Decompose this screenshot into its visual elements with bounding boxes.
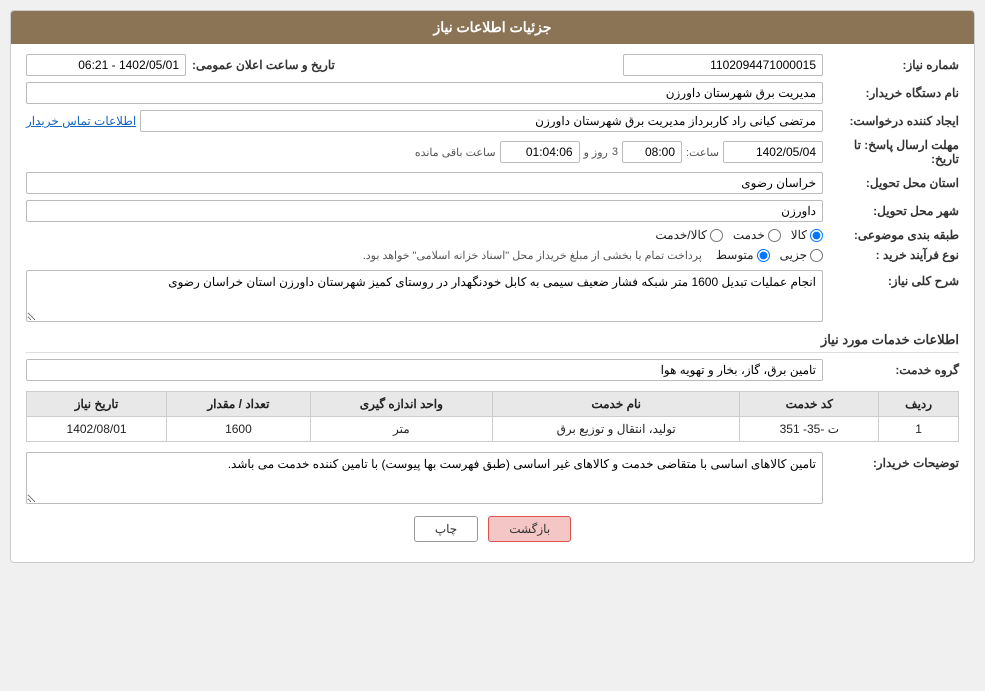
row-creator: ایجاد کننده درخواست: اطلاعات تماس خریدار [26, 110, 959, 132]
province-label: استان محل تحویل: [829, 176, 959, 190]
buyer-description-label: توضیحات خریدار: [829, 452, 959, 470]
response-days-value: 3 [612, 146, 618, 158]
buyer-org-input[interactable] [26, 82, 823, 104]
cell-quantity: 1600 [167, 417, 311, 442]
response-date-input[interactable] [723, 141, 823, 163]
cell-need-date: 1402/08/01 [27, 417, 167, 442]
cell-service-name: تولید، انتقال و توزیع برق [492, 417, 740, 442]
print-button[interactable]: چاپ [414, 516, 478, 542]
creator-contact-link[interactable]: اطلاعات تماس خریدار [26, 114, 136, 128]
main-card: جزئیات اطلاعات نیاز شماره نیاز: تاریخ و … [10, 10, 975, 563]
category-label: طبقه بندی موضوعی: [829, 228, 959, 242]
response-deadline-label: مهلت ارسال پاسخ: تا تاریخ: [829, 138, 959, 166]
row-buyer-org: نام دستگاه خریدار: [26, 82, 959, 104]
need-number-label: شماره نیاز: [829, 58, 959, 72]
service-group-input[interactable] [26, 359, 823, 381]
description-label: شرح کلی نیاز: [829, 270, 959, 288]
col-service-name: نام خدمت [492, 392, 740, 417]
city-input[interactable] [26, 200, 823, 222]
buyer-description-textarea[interactable] [26, 452, 823, 504]
purchase-type-radio-group: جزیی متوسط [716, 248, 823, 262]
service-group-label: گروه خدمت: [829, 363, 959, 377]
col-row-num: ردیف [879, 392, 959, 417]
description-value-col [26, 270, 823, 322]
row-purchase-type: نوع فرآیند خرید : جزیی متوسط پرداخت تمام… [26, 248, 959, 262]
card-body: شماره نیاز: تاریخ و ساعت اعلان عمومی: نا… [11, 44, 974, 562]
province-input[interactable] [26, 172, 823, 194]
creator-label: ایجاد کننده درخواست: [829, 114, 959, 128]
page-title: جزئیات اطلاعات نیاز [433, 19, 551, 35]
back-button[interactable]: بازگشت [488, 516, 571, 542]
purchase-type-note: پرداخت تمام یا بخشی از مبلغ خریداز محل "… [363, 249, 702, 262]
row-response-deadline: مهلت ارسال پاسخ: تا تاریخ: ساعت: 3 روز و… [26, 138, 959, 166]
creator-value-col: اطلاعات تماس خریدار [26, 110, 823, 132]
response-time-label: ساعت: [686, 146, 719, 159]
response-remaining-label: ساعت باقی مانده [415, 146, 496, 159]
city-value-col [26, 200, 823, 222]
cell-unit: متر [310, 417, 492, 442]
category-radio-kala-khedmat[interactable] [710, 229, 723, 242]
category-radio-khedmat[interactable] [768, 229, 781, 242]
purchase-jozi-radio[interactable] [810, 249, 823, 262]
category-option-kala: کالا [791, 228, 823, 242]
response-remaining-input[interactable] [500, 141, 580, 163]
buyer-description-value-col [26, 452, 823, 504]
response-time-input[interactable] [622, 141, 682, 163]
page-wrapper: جزئیات اطلاعات نیاز شماره نیاز: تاریخ و … [0, 0, 985, 691]
category-radio-group: کالا خدمت کالا/خدمت [26, 228, 823, 242]
category-kala-khedmat-label: کالا/خدمت [655, 228, 706, 242]
button-row: بازگشت چاپ [26, 516, 959, 552]
category-option-kala-khedmat: کالا/خدمت [655, 228, 722, 242]
purchase-jozi-label: جزیی [780, 248, 807, 262]
purchase-mota-vaset: متوسط [716, 248, 770, 262]
category-option-khedmat: خدمت [733, 228, 781, 242]
buyer-org-value-col [26, 82, 823, 104]
col-service-code: کد خدمت [740, 392, 879, 417]
category-kala-label: کالا [791, 228, 807, 242]
cell-row-num: 1 [879, 417, 959, 442]
col-need-date: تاریخ نیاز [27, 392, 167, 417]
row-city: شهر محل تحویل: [26, 200, 959, 222]
announcement-date-col [26, 54, 186, 76]
description-textarea[interactable] [26, 270, 823, 322]
col-quantity: تعداد / مقدار [167, 392, 311, 417]
services-table-section: ردیف کد خدمت نام خدمت واحد اندازه گیری ت… [26, 391, 959, 442]
row-service-group: گروه خدمت: [26, 359, 959, 381]
announcement-date-input[interactable] [26, 54, 186, 76]
row-buyer-description: توضیحات خریدار: [26, 452, 959, 504]
purchase-jozi: جزیی [780, 248, 823, 262]
table-row: 1 ت -35- 351 تولید، انتقال و توزیع برق م… [27, 417, 959, 442]
col-unit: واحد اندازه گیری [310, 392, 492, 417]
table-header-row: ردیف کد خدمت نام خدمت واحد اندازه گیری ت… [27, 392, 959, 417]
creator-input[interactable] [140, 110, 823, 132]
row-description: شرح کلی نیاز: [26, 270, 959, 322]
category-khedmat-label: خدمت [733, 228, 765, 242]
need-number-input[interactable] [623, 54, 823, 76]
service-group-value-col [26, 359, 823, 381]
purchase-mota-vaset-radio[interactable] [757, 249, 770, 262]
buyer-org-label: نام دستگاه خریدار: [829, 86, 959, 100]
services-table: ردیف کد خدمت نام خدمت واحد اندازه گیری ت… [26, 391, 959, 442]
card-header: جزئیات اطلاعات نیاز [11, 11, 974, 44]
row-need-number: شماره نیاز: تاریخ و ساعت اعلان عمومی: [26, 54, 959, 76]
purchase-type-label: نوع فرآیند خرید : [829, 248, 959, 262]
row-category: طبقه بندی موضوعی: کالا خدمت کالا/خدمت [26, 228, 959, 242]
province-value-col [26, 172, 823, 194]
need-number-value-col [341, 54, 823, 76]
purchase-mota-vaset-label: متوسط [716, 248, 754, 262]
purchase-type-value-col: جزیی متوسط پرداخت تمام یا بخشی از مبلغ خ… [26, 248, 823, 262]
announcement-date-label: تاریخ و ساعت اعلان عمومی: [192, 58, 335, 72]
response-deadline-value-col: ساعت: 3 روز و ساعت باقی مانده [26, 141, 823, 163]
city-label: شهر محل تحویل: [829, 204, 959, 218]
row-province: استان محل تحویل: [26, 172, 959, 194]
category-radio-kala[interactable] [810, 229, 823, 242]
response-days-label: روز و [584, 146, 608, 159]
cell-service-code: ت -35- 351 [740, 417, 879, 442]
services-info-title: اطلاعات خدمات مورد نیاز [26, 332, 959, 353]
